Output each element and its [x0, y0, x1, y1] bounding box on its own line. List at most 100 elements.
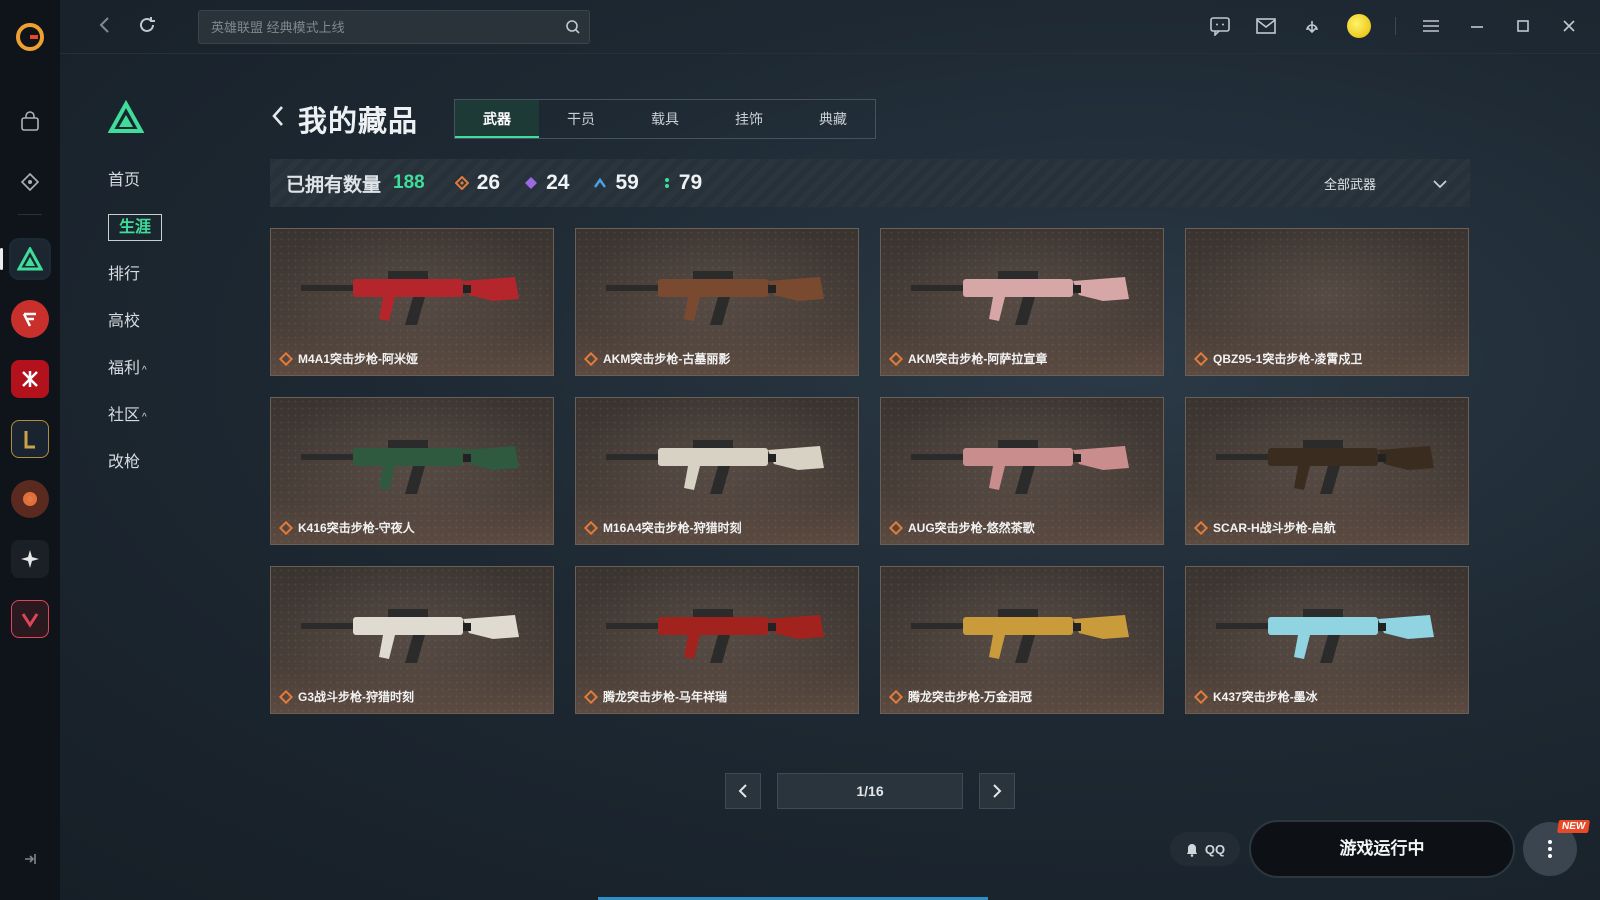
search-icon[interactable] [565, 19, 581, 35]
weapon-filter-dropdown[interactable]: 全部武器 [1324, 174, 1448, 193]
qq-button[interactable]: QQ [1170, 832, 1240, 866]
nizhan-app-icon[interactable] [11, 360, 49, 398]
tab-charms[interactable]: 挂饰 [707, 100, 791, 138]
tab-collector[interactable]: 典藏 [791, 100, 875, 138]
tier-purple-count: 24 [546, 171, 570, 194]
weapon-image [1216, 440, 1434, 494]
game-running-button[interactable]: 游戏运行中 [1249, 820, 1515, 878]
collapse-sidebar-icon[interactable] [22, 851, 38, 870]
top-bar [60, 0, 1600, 54]
weapon-name: K437突击步枪-墨冰 [1193, 688, 1318, 705]
rarity-diamond-icon [278, 520, 294, 535]
purple-diamond-icon [525, 177, 538, 189]
weapon-name: K416突击步枪-守夜人 [278, 519, 415, 536]
weapon-grid: M4A1突击步枪-阿米娅 AKM突击步枪-古墓丽影 AKM突击步枪-阿萨拉宣章 QBZ… [270, 228, 1470, 714]
league-of-legends-app-icon[interactable] [11, 420, 49, 458]
weapon-name-text: M4A1突击步枪-阿米娅 [298, 352, 419, 366]
weapon-name: 腾龙突击步枪-马年祥瑞 [583, 688, 727, 705]
chevron-left-icon [738, 784, 747, 798]
owned-count-label: 已拥有数量 [286, 174, 382, 196]
nav-welfare[interactable]: 福利 ^ [108, 345, 168, 392]
weapon-card[interactable]: M4A1突击步枪-阿米娅 [270, 228, 554, 376]
nav-career-label: 生涯 [108, 214, 163, 241]
next-page-button[interactable] [979, 773, 1015, 809]
collection-header: 我的藏品 武器 干员 载具 挂饰 典藏 [270, 98, 877, 140]
weapon-name: QBZ95-1突击步枪-凌霄戍卫 [1193, 350, 1363, 367]
tab-weapons[interactable]: 武器 [455, 100, 540, 138]
nav-ranking[interactable]: 排行 [108, 251, 168, 298]
weapon-card[interactable]: AKM突击步枪-阿萨拉宣章 [880, 228, 1164, 376]
weapon-name: AKM突击步枪-古墓丽影 [583, 350, 730, 367]
prev-page-button[interactable] [725, 773, 761, 809]
nav-college-label: 高校 [108, 313, 141, 330]
weapon-name-text: G3战斗步枪-狩猎时刻 [298, 690, 415, 704]
nav-home[interactable]: 首页 [108, 157, 168, 204]
rail-divider [18, 214, 42, 215]
tab-vehicles[interactable]: 载具 [623, 100, 707, 138]
category-tabs: 武器 干员 载具 挂饰 典藏 [454, 99, 877, 139]
user-avatar[interactable] [1347, 14, 1371, 38]
nav-gunsmith[interactable]: 改枪 [108, 439, 168, 486]
refresh-icon[interactable] [136, 14, 158, 42]
rarity-diamond-icon [278, 689, 294, 704]
bell-icon [1186, 844, 1197, 857]
nav-community-label: 社区 [108, 407, 141, 424]
weapon-card[interactable]: 腾龙突击步枪-万金泪冠 [880, 566, 1164, 714]
search-input[interactable] [199, 11, 589, 43]
mail-icon[interactable] [1255, 15, 1277, 37]
weapon-image [606, 271, 824, 325]
minimize-icon[interactable] [1466, 15, 1488, 37]
weapon-card[interactable]: K416突击步枪-守夜人 [270, 397, 554, 545]
weapon-card[interactable]: 腾龙突击步枪-马年祥瑞 [575, 566, 859, 714]
nav-college[interactable]: 高校 [108, 298, 168, 345]
weapon-name: SCAR-H战斗步枪-启航 [1193, 519, 1336, 536]
valorant-splash-app-icon[interactable] [11, 540, 49, 578]
weapon-card[interactable]: G3战斗步枪-狩猎时刻 [270, 566, 554, 714]
weapon-card[interactable]: AUG突击步枪-悠然茶歌 [880, 397, 1164, 545]
weapon-card[interactable]: QBZ95-1突击步枪-凌霄戍卫 [1185, 228, 1469, 376]
weapon-card[interactable]: AKM突击步枪-古墓丽影 [575, 228, 859, 376]
green-dots-icon [664, 178, 669, 188]
crossfire-app-icon[interactable] [11, 300, 49, 338]
delta-force-logo-icon [107, 99, 145, 133]
weapon-name: 腾龙突击步枪-万金泪冠 [888, 688, 1032, 705]
download-icon[interactable] [1301, 15, 1323, 37]
back-arrow-icon[interactable] [270, 103, 286, 136]
client-logo-icon[interactable] [15, 22, 45, 52]
back-nav-icon[interactable] [98, 14, 112, 42]
weapon-image [911, 271, 1129, 325]
valorant-app-icon[interactable] [11, 600, 49, 638]
rarity-diamond-icon [583, 689, 599, 704]
tier-orange-stat: 26 [454, 171, 500, 195]
close-icon[interactable] [1558, 15, 1580, 37]
weapon-name: M16A4突击步枪-狩猎时刻 [583, 519, 742, 536]
game-tag-icon[interactable] [12, 164, 48, 200]
shop-bag-icon[interactable] [12, 104, 48, 140]
rarity-diamond-icon [1193, 520, 1209, 535]
weapon-card[interactable]: SCAR-H战斗步枪-启航 [1185, 397, 1469, 545]
weapon-name: M4A1突击步枪-阿米娅 [278, 350, 419, 367]
menu-icon[interactable] [1420, 15, 1442, 37]
weapon-card[interactable]: M16A4突击步枪-狩猎时刻 [575, 397, 859, 545]
maximize-icon[interactable] [1512, 15, 1534, 37]
delta-force-app-icon[interactable] [0, 240, 49, 278]
rarity-diamond-icon [583, 520, 599, 535]
page-indicator: 1/16 [777, 773, 963, 809]
orange-diamond-icon [454, 176, 469, 190]
app-rail [0, 0, 60, 900]
nav-career[interactable]: 生涯 [108, 204, 168, 251]
weapon-name-text: 腾龙突击步枪-万金泪冠 [908, 690, 1032, 704]
chat-icon[interactable] [1209, 15, 1231, 37]
nav-community[interactable]: 社区 ^ [108, 392, 168, 439]
tier-green-count: 79 [678, 171, 703, 194]
nav-ranking-label: 排行 [108, 266, 141, 283]
weapon-card[interactable]: K437突击步枪-墨冰 [1185, 566, 1469, 714]
weapon-image [606, 609, 824, 663]
dnf-app-icon[interactable] [11, 480, 49, 518]
weapon-name-text: QBZ95-1突击步枪-凌霄戍卫 [1213, 352, 1363, 366]
weapon-image [911, 440, 1129, 494]
search-box [198, 10, 590, 44]
weapon-name-text: 腾龙突击步枪-马年祥瑞 [603, 690, 727, 704]
tab-operators[interactable]: 干员 [539, 100, 623, 138]
page-title: 我的藏品 [298, 106, 419, 138]
